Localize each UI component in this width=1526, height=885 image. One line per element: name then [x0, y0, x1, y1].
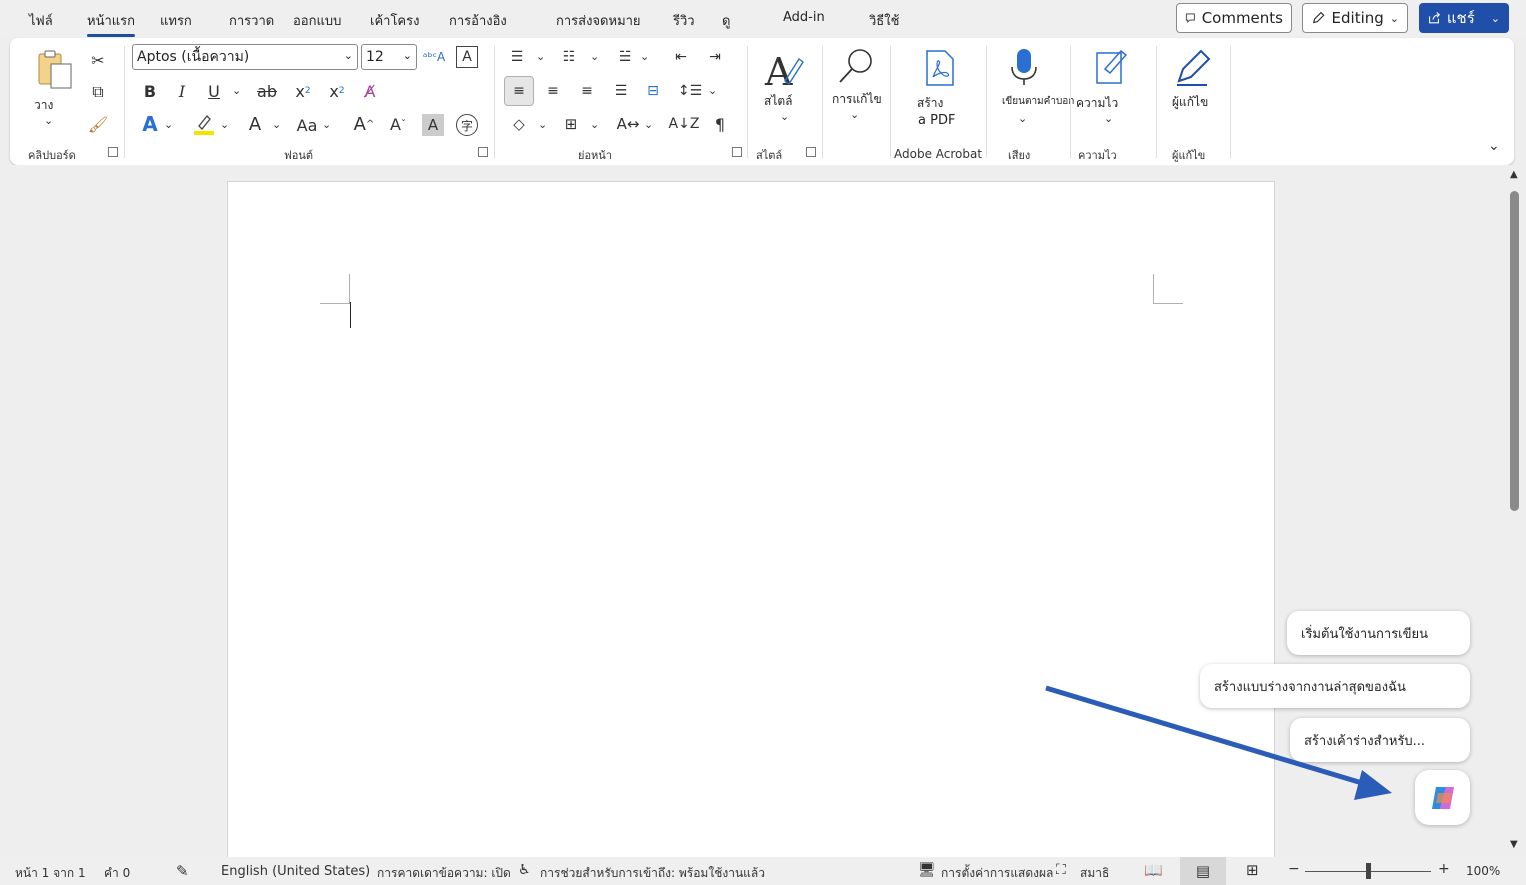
- zoom-in-icon[interactable]: +: [1438, 861, 1450, 877]
- accessibility-icon: ♿: [518, 862, 531, 878]
- copilot-button[interactable]: [1415, 770, 1470, 825]
- zoom-level[interactable]: 100%: [1466, 864, 1500, 878]
- display-settings-icon: 🖥: [918, 862, 936, 878]
- language-status[interactable]: English (United States): [221, 864, 370, 879]
- word-count[interactable]: คำ 0: [104, 864, 130, 883]
- vertical-scrollbar[interactable]: ▲ ▼: [1506, 165, 1526, 857]
- display-settings[interactable]: การตั้งค่าการแสดงผล: [941, 864, 1053, 883]
- text-predictions-status[interactable]: การคาดเดาข้อความ: เปิด: [377, 864, 511, 883]
- web-layout-icon[interactable]: ⊞: [1246, 861, 1259, 879]
- zoom-slider-thumb[interactable]: [1366, 863, 1371, 879]
- accessibility-status[interactable]: การช่วยสำหรับการเข้าถึง: พร้อมใช้งานแล้ว: [540, 864, 765, 883]
- copilot-icon: [1431, 786, 1454, 809]
- page-count[interactable]: หน้า 1 จาก 1: [15, 864, 86, 883]
- word-window: ไฟล์ หน้าแรก แทรก การวาด ออกแบบ เค้าโครง…: [0, 0, 1526, 885]
- focus-mode[interactable]: สมาธิ: [1080, 864, 1109, 883]
- scroll-up-icon[interactable]: ▲: [1510, 169, 1518, 180]
- annotation-arrow: [1045, 685, 1392, 800]
- scroll-thumb[interactable]: [1510, 191, 1519, 511]
- print-layout-icon[interactable]: ▤: [1180, 857, 1226, 885]
- proofing-icon[interactable]: ✎: [176, 862, 189, 880]
- status-bar: หน้า 1 จาก 1 คำ 0 ✎ English (United Stat…: [0, 857, 1526, 885]
- focus-icon: ⛶: [1056, 862, 1066, 878]
- scroll-down-icon[interactable]: ▼: [1510, 839, 1518, 850]
- zoom-out-icon[interactable]: −: [1288, 861, 1300, 877]
- read-mode-icon[interactable]: 📖: [1144, 861, 1163, 879]
